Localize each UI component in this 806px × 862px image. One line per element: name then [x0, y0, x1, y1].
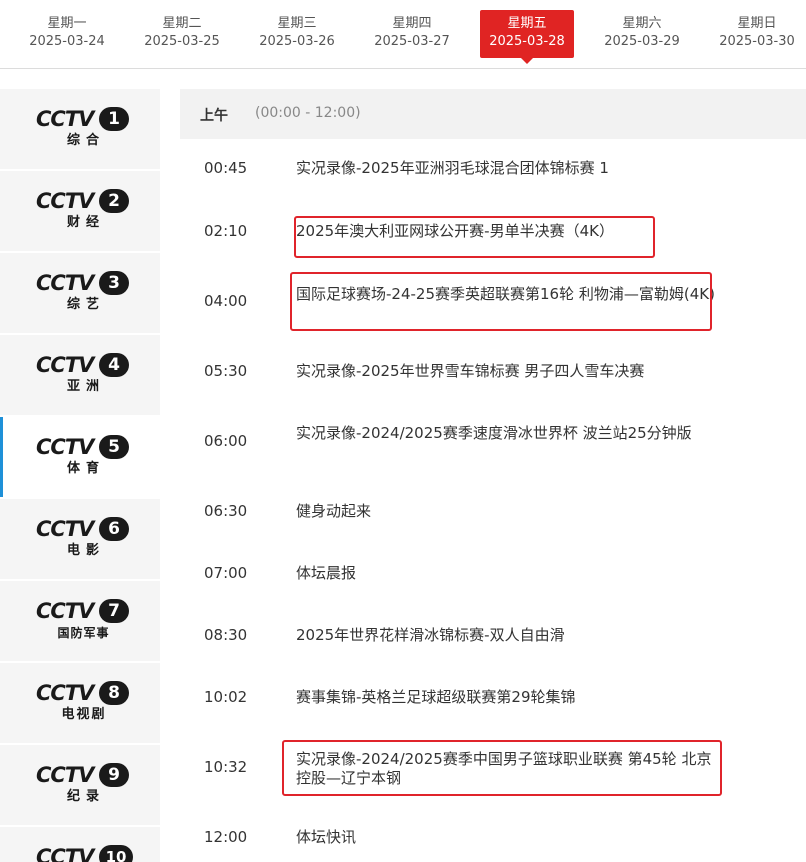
channel-item-cctv7[interactable]: CCTV 7 国防军事 [0, 581, 160, 661]
channel-item-cctv4[interactable]: CCTV 4 亚洲 [0, 335, 160, 415]
program-title: 赛事集锦-英格兰足球超级联赛第29轮集锦 [296, 688, 576, 706]
date-tab-date: 2025-03-29 [604, 34, 680, 49]
program-time: 06:30 [204, 502, 248, 520]
date-tab-date: 2025-03-30 [719, 34, 795, 49]
channel-item-cctv10[interactable]: CCTV 10 [0, 827, 160, 862]
date-tab-date: 2025-03-26 [259, 34, 335, 49]
date-tab-date: 2025-03-27 [374, 34, 450, 49]
logo-wordmark: CCTV [36, 189, 94, 213]
program-title: 健身动起来 [296, 502, 372, 520]
logo-wordmark: CCTV [36, 599, 94, 623]
program-time: 07:00 [204, 564, 248, 582]
cctv2-logo-icon: CCTV 2 财经 [35, 188, 131, 234]
date-tab-wed[interactable]: 星期三 2025-03-26 [250, 10, 344, 58]
period-header: 上午 (00:00 - 12:00) [180, 89, 806, 139]
channel-item-cctv9[interactable]: CCTV 9 纪录 [0, 745, 160, 825]
program-time: 02:10 [204, 222, 248, 240]
period-name: 上午 [200, 108, 228, 124]
cctv8-logo-icon: CCTV 8 电视剧 [35, 680, 131, 726]
program-title: 实况录像-2024/2025赛季中国男子篮球职业联赛 第45轮 北京控股—辽宁本… [296, 750, 712, 787]
cctv6-logo-icon: CCTV 6 电影 [35, 516, 131, 562]
cctv7-logo-icon: CCTV 7 国防军事 [35, 598, 131, 644]
channel-item-cctv1[interactable]: CCTV 1 综合 [0, 89, 160, 169]
logo-wordmark: CCTV [36, 845, 94, 862]
logo-wordmark: CCTV [36, 681, 94, 705]
date-tab-tue[interactable]: 星期二 2025-03-25 [135, 10, 229, 58]
channel-number: 10 [99, 845, 133, 862]
channel-name: 财经 [66, 215, 105, 230]
date-tab-weekday: 星期五 [507, 16, 547, 31]
program-time: 04:00 [204, 292, 248, 310]
channel-number: 2 [99, 189, 129, 213]
channel-item-cctv2[interactable]: CCTV 2 财经 [0, 171, 160, 251]
channel-item-cctv8[interactable]: CCTV 8 电视剧 [0, 663, 160, 743]
channel-number: 7 [99, 599, 129, 623]
date-tab-mon[interactable]: 星期一 2025-03-24 [20, 10, 114, 58]
channel-name: 亚洲 [66, 379, 105, 394]
program-title: 2025年澳大利亚网球公开赛-男单半决赛（4K） [296, 222, 614, 240]
date-tab-weekday: 星期二 [162, 16, 202, 31]
channel-name: 综艺 [66, 297, 105, 312]
logo-wordmark: CCTV [36, 107, 94, 131]
channel-item-cctv6[interactable]: CCTV 6 电影 [0, 499, 160, 579]
date-tab-date: 2025-03-28 [489, 34, 565, 49]
program-time: 00:45 [204, 159, 248, 177]
date-tab-weekday: 星期四 [392, 16, 432, 31]
program-title: 2025年世界花样滑冰锦标赛-双人自由滑 [296, 626, 565, 644]
date-tab-sun[interactable]: 星期日 2025-03-30 [710, 10, 804, 58]
channel-number: 9 [99, 763, 129, 787]
program-title: 体坛晨报 [296, 564, 357, 582]
period-range: (00:00 - 12:00) [255, 105, 361, 121]
channel-name: 电影 [66, 543, 105, 558]
date-tab-weekday: 星期六 [622, 16, 662, 31]
channel-number: 3 [99, 271, 129, 295]
date-tab-sat[interactable]: 星期六 2025-03-29 [595, 10, 689, 58]
channel-item-cctv3[interactable]: CCTV 3 综艺 [0, 253, 160, 333]
channel-item-cctv5-selected[interactable]: CCTV 5 体育 [0, 417, 160, 497]
channel-name: 体育 [66, 461, 105, 476]
program-title: 实况录像-2025年亚洲羽毛球混合团体锦标赛 1 [296, 159, 609, 177]
cctv9-logo-icon: CCTV 9 纪录 [35, 762, 131, 808]
channel-name: 国防军事 [57, 626, 110, 640]
program-title: 实况录像-2024/2025赛季速度滑冰世界杯 波兰站25分钟版 [296, 424, 692, 442]
program-time: 05:30 [204, 362, 248, 380]
program-title: 体坛快讯 [296, 828, 357, 846]
channel-number: 4 [99, 353, 129, 377]
channel-name: 电视剧 [61, 707, 107, 722]
logo-wordmark: CCTV [36, 763, 94, 787]
channel-number: 8 [99, 681, 129, 705]
date-tab-weekday: 星期日 [737, 16, 777, 31]
logo-wordmark: CCTV [36, 353, 94, 377]
program-time: 08:30 [204, 626, 248, 644]
channel-number: 6 [99, 517, 129, 541]
program-time: 12:00 [204, 828, 248, 846]
program-time: 06:00 [204, 432, 248, 450]
program-time: 10:32 [204, 758, 248, 776]
program-title: 国际足球赛场-24-25赛季英超联赛第16轮 利物浦—富勒姆(4K) [296, 285, 715, 303]
date-tab-weekday: 星期三 [277, 16, 317, 31]
date-tab-date: 2025-03-25 [144, 34, 220, 49]
logo-wordmark: CCTV [36, 271, 94, 295]
logo-wordmark: CCTV [36, 435, 94, 459]
date-selector-bar: 星期一 2025-03-24 星期二 2025-03-25 星期三 2025-0… [0, 0, 806, 69]
cctv1-logo-icon: CCTV 1 综合 [35, 106, 131, 152]
channel-name: 综合 [66, 133, 105, 148]
channel-sidebar: CCTV 1 综合 CCTV 2 财经 CCTV 3 综艺 CCTV 4 亚洲 CCTV… [0, 89, 160, 862]
cctv10-logo-icon: CCTV 10 [35, 844, 133, 862]
date-tab-fri-selected[interactable]: 星期五 2025-03-28 [480, 10, 574, 64]
channel-name: 纪录 [66, 789, 105, 804]
channel-number: 5 [99, 435, 129, 459]
cctv3-logo-icon: CCTV 3 综艺 [35, 270, 131, 316]
channel-number: 1 [99, 107, 129, 131]
logo-wordmark: CCTV [36, 517, 94, 541]
date-tab-thu[interactable]: 星期四 2025-03-27 [365, 10, 459, 58]
program-title: 实况录像-2025年世界雪车锦标赛 男子四人雪车决赛 [296, 362, 645, 380]
cctv5-logo-icon: CCTV 5 体育 [35, 434, 131, 480]
date-tab-date: 2025-03-24 [29, 34, 105, 49]
program-time: 10:02 [204, 688, 248, 706]
cctv4-logo-icon: CCTV 4 亚洲 [35, 352, 131, 398]
date-tab-weekday: 星期一 [47, 16, 87, 31]
